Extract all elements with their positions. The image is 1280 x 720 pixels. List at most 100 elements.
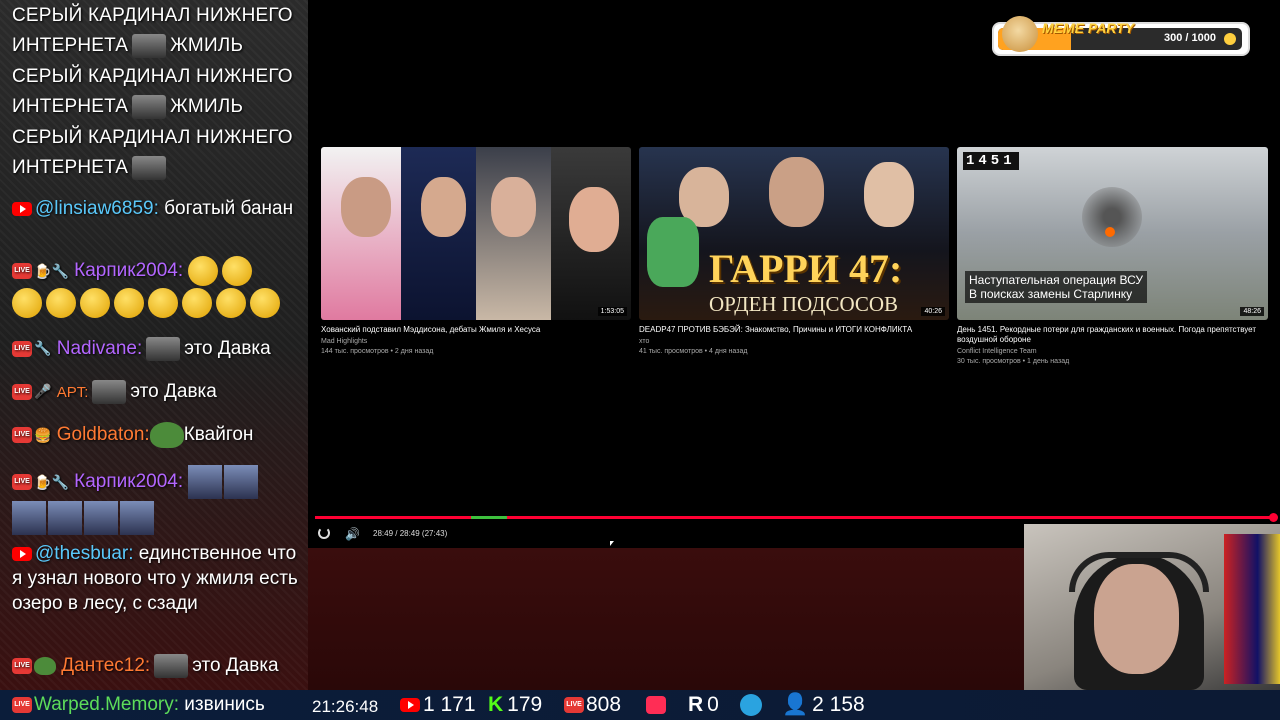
emote-icon	[222, 256, 253, 286]
emote-face	[92, 379, 127, 404]
video-duration: 48:26	[1240, 307, 1264, 316]
spam-line: ИНТЕРНЕТА	[12, 35, 129, 56]
chat-text: богатый банан	[164, 198, 294, 219]
pepe-emote-icon	[149, 422, 184, 448]
chat-text: это Давка	[130, 381, 217, 402]
coin-icon	[1224, 33, 1236, 45]
video-channel[interactable]: Conflict Intelligence Team	[957, 347, 1037, 357]
video-title[interactable]: DEADP47 ПРОТИВ БЭБЭЙ: Знакомство, Причин…	[639, 325, 949, 335]
user-icon: 👤	[782, 693, 809, 717]
emote-icon	[48, 501, 82, 535]
chat-username: @linsiaw6859:	[35, 198, 159, 219]
player-progress-bar[interactable]	[315, 513, 1278, 522]
stream-screen: MEME PARTY 300 / 1000 1:53:05 Хованский …	[308, 0, 1280, 548]
chat-message: LIVE 🍺🔧 Карпик2004:	[12, 256, 304, 318]
emote-icon	[46, 288, 76, 318]
badge-icon: 🔧	[51, 473, 69, 490]
total-viewers: 👤 2 158	[782, 692, 865, 718]
spam-line: ИНТЕРНЕТА	[12, 157, 129, 178]
emote-icon	[216, 288, 246, 318]
volume-icon[interactable]: 🔊	[345, 527, 360, 541]
video-meta: 30 тыс. просмотров • 1 день назад	[957, 358, 1070, 365]
youtube-viewers: 1 171	[400, 692, 476, 718]
rutube-icon: R	[688, 693, 704, 717]
video-duration: 1:53:05	[597, 307, 627, 316]
youtube-icon	[12, 546, 32, 561]
stream-clock: 21:26:48	[312, 697, 379, 716]
vk-live-icon: LIVE	[12, 340, 32, 357]
video-thumbnail[interactable]: 1451 Наступательная операция ВСУ В поиск…	[957, 147, 1268, 320]
chat-text: это Давка	[184, 338, 271, 359]
video-meta: 41 тыс. просмотров • 4 дня назад	[639, 348, 748, 355]
emote-face	[154, 653, 189, 678]
pepe-badge-icon	[34, 656, 56, 675]
doge-icon	[1002, 16, 1038, 52]
beer-badge-icon: 🍺	[34, 473, 52, 490]
stream-stats-bar: LIVE Warped.Memory: извинись 21:26:48 1 1…	[0, 690, 1280, 720]
youtube-icon	[400, 698, 420, 713]
rutube-viewers: R0	[688, 692, 719, 718]
badge-icon: 🔧	[34, 340, 52, 357]
chat-username: APT:	[56, 384, 89, 401]
beer-badge-icon: 🍺	[34, 262, 52, 279]
video-title[interactable]: Хованский подставил Мэддисона, дебаты Жм…	[321, 325, 631, 335]
video-channel[interactable]: хто	[639, 337, 649, 347]
viewer-count: 808	[586, 693, 622, 716]
chat-username: Goldbaton:	[56, 424, 150, 446]
vk-live-icon: LIVE	[12, 263, 32, 279]
replay-icon[interactable]	[318, 527, 330, 539]
video-thumbnail[interactable]: ГАРРИ 47: ОРДЕН ПОДСОСОВ 40:26	[639, 147, 949, 320]
video-thumbnail[interactable]: 1:53:05	[321, 147, 631, 320]
chat-message: @linsiaw6859: богатый банан	[12, 196, 304, 221]
viewer-count: 1 171	[423, 693, 476, 716]
chat-message: LIVE 🔧 Nadivane: это Давка	[12, 336, 304, 361]
webcam-feed	[1024, 524, 1280, 690]
chat-username: Карпик2004:	[74, 471, 184, 493]
chat-message: @thesbuar: единственное что я узнал ново…	[12, 541, 304, 616]
chat-panel: СЕРЫЙ КАРДИНАЛ НИЖНЕГО ИНТЕРНЕТА ЖМИЛЬ СЕ…	[0, 0, 308, 690]
chat-text: Квайгон	[183, 424, 254, 446]
chat-message: LIVE 🍺🔧 Карпик2004:	[12, 465, 304, 535]
emote-face	[146, 336, 181, 361]
video-channel[interactable]: Mad Highlights	[321, 337, 367, 347]
chat-message: LIVE 🎤 APT: это Давка	[12, 379, 304, 405]
player-scrubber-handle[interactable]	[1269, 513, 1278, 522]
emote-icon	[114, 288, 144, 318]
thumbnail-title: ГАРРИ 47:	[709, 246, 903, 291]
badge-icon: 🔧	[51, 262, 69, 279]
youtube-icon	[12, 201, 32, 216]
badge-icon: 🍔	[34, 426, 52, 443]
viewer-count: 179	[507, 693, 543, 716]
chat-spam-message: СЕРЫЙ КАРДИНАЛ НИЖНЕГО ИНТЕРНЕТА ЖМИЛЬ	[12, 3, 304, 58]
chat-spam-message: СЕРЫЙ КАРДИНАЛ НИЖНЕГО ИНТЕРНЕТА	[12, 125, 304, 180]
vk-live-icon: LIVE	[564, 697, 584, 714]
vk-viewers: LIVE 808	[564, 692, 621, 718]
viewer-count: 2 158	[812, 693, 865, 716]
spam-line: СЕРЫЙ КАРДИНАЛ НИЖНЕГО	[12, 5, 293, 26]
kick-viewers: K 179	[488, 692, 542, 718]
chat-last-message: LIVE Warped.Memory: извинись	[12, 694, 265, 716]
emote-icon	[12, 501, 46, 535]
video-title[interactable]: День 1451. Рекордные потери для гражданс…	[957, 325, 1268, 345]
thumbnail-caption-line: Наступательная операция ВСУ	[969, 273, 1143, 287]
overlay-background	[308, 548, 1024, 690]
vk-live-icon: LIVE	[12, 383, 32, 400]
spam-line: СЕРЫЙ КАРДИНАЛ НИЖНЕГО	[12, 66, 293, 87]
player-time: 28:49 / 28:49 (27:43)	[373, 529, 448, 538]
thumbnail-caption-line: В поисках замены Старлинку	[969, 287, 1133, 301]
vkplay-icon	[646, 692, 670, 718]
chat-username: Карпик2004:	[74, 260, 184, 282]
chat-message: LIVE Дантес12: это Давка	[12, 653, 304, 678]
emote-icon	[120, 501, 154, 535]
vk-live-icon: LIVE	[12, 427, 32, 443]
chat-username: Nadivane:	[56, 338, 143, 359]
viewer-count: 0	[707, 693, 719, 716]
emote-icon	[84, 501, 118, 535]
emote-face	[132, 33, 167, 58]
chat-message: LIVE 🍔 Goldbaton: Квайгон	[12, 422, 304, 448]
spam-line: ИНТЕРНЕТА	[12, 96, 129, 117]
emote-face	[132, 94, 167, 119]
emote-icon	[148, 288, 178, 318]
player-progress-buffer	[471, 516, 507, 519]
emote-icon	[250, 288, 280, 318]
